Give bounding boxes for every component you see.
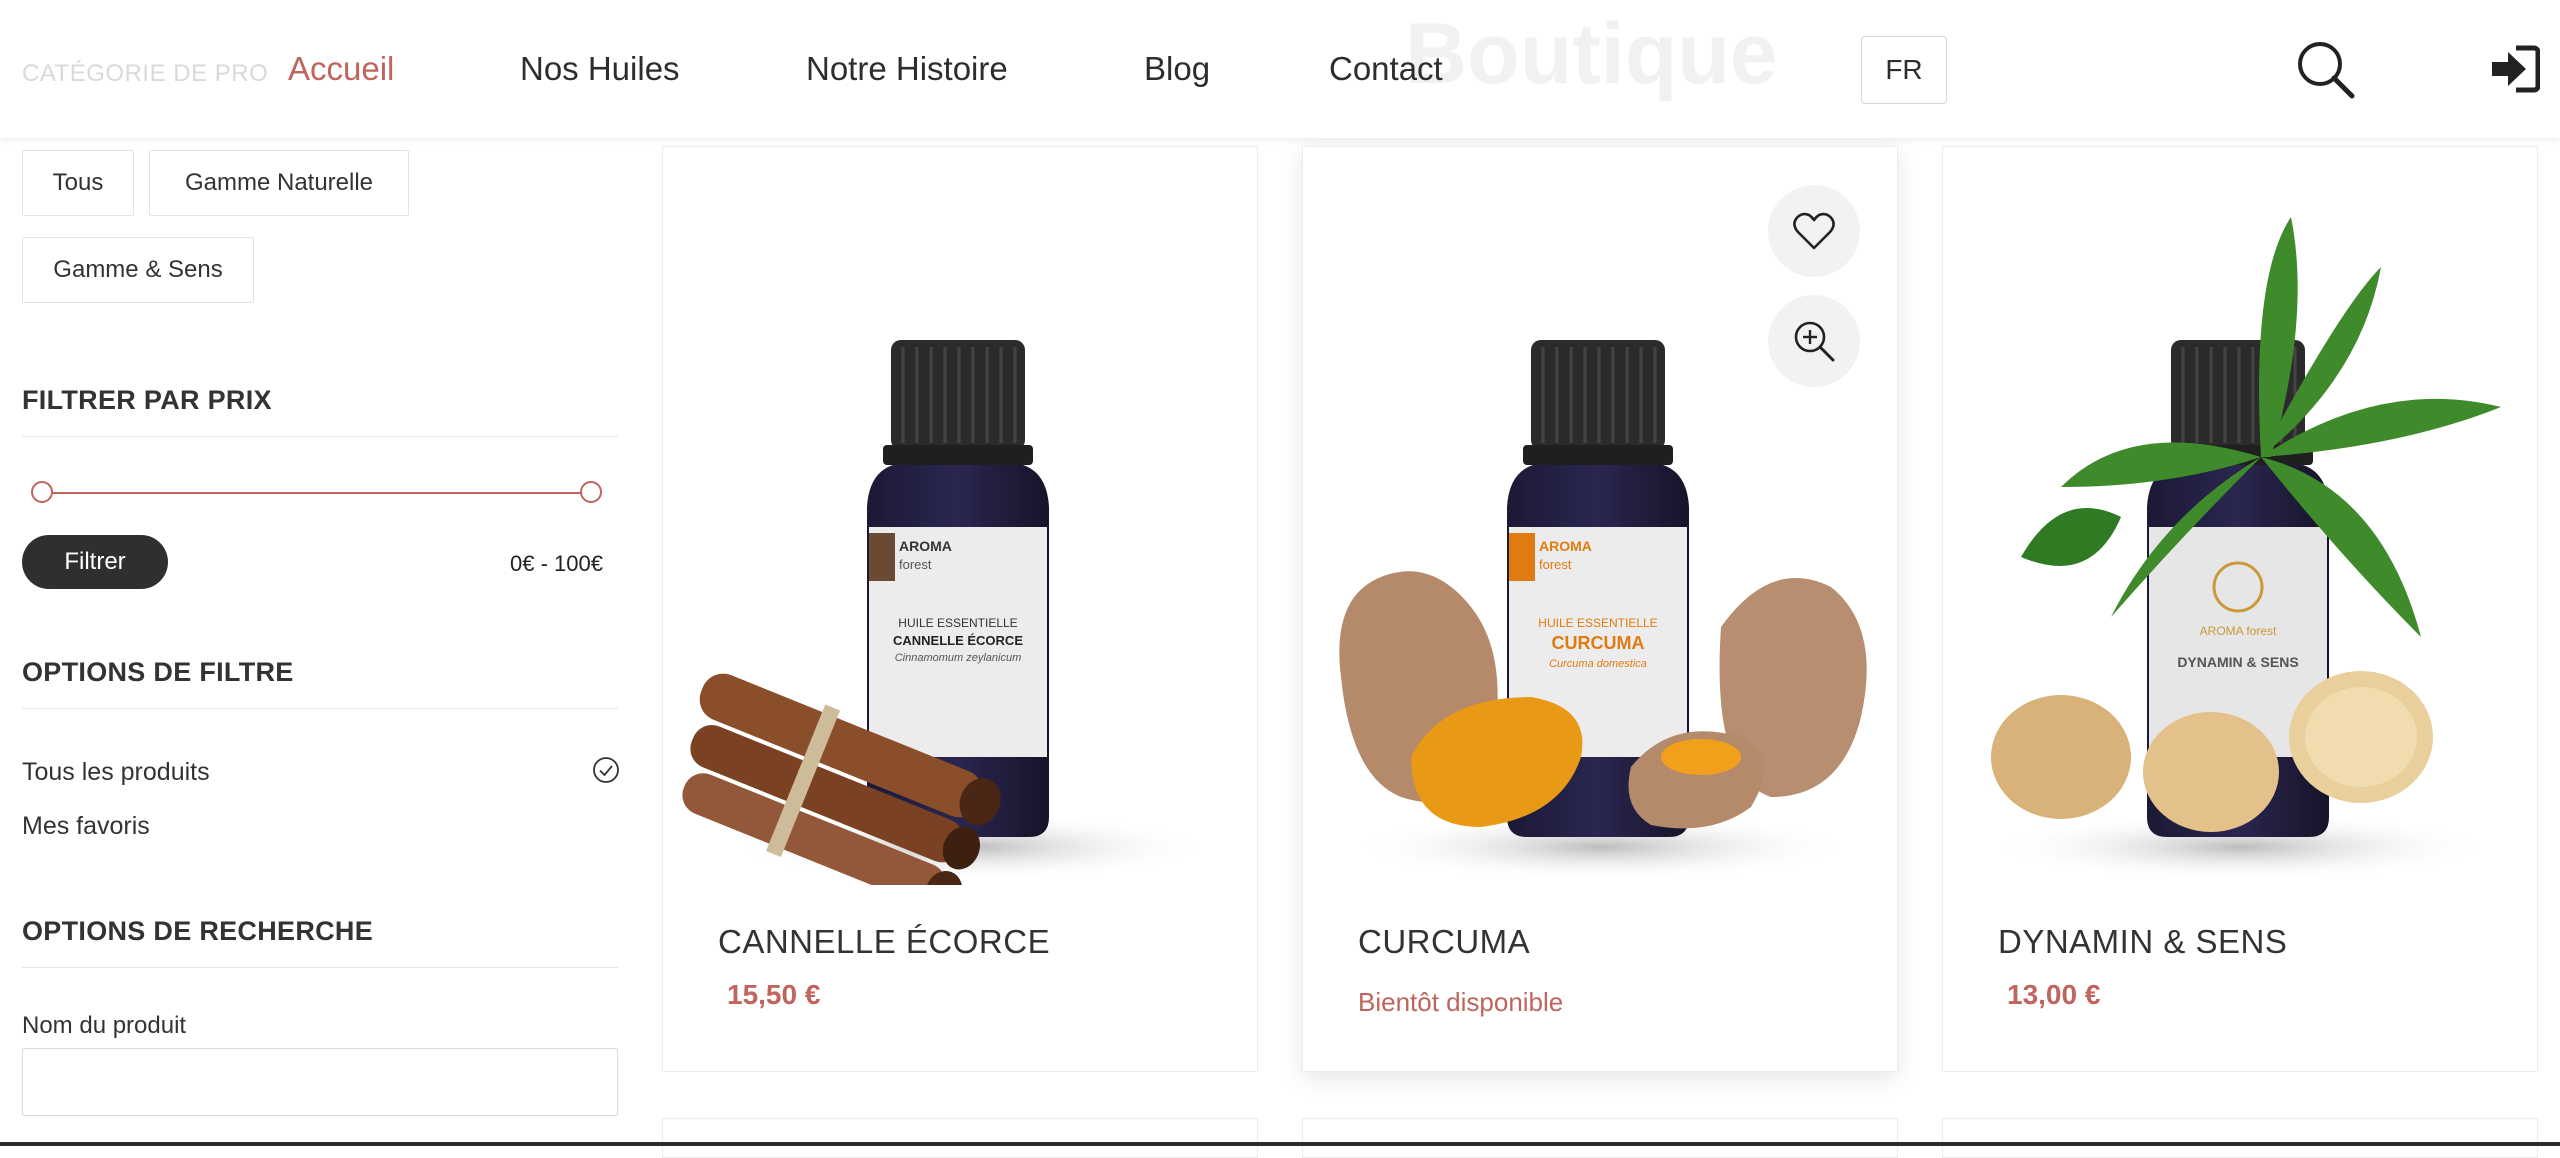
favorite-button[interactable] xyxy=(1768,185,1860,277)
search-icon[interactable] xyxy=(2296,40,2356,100)
product-card[interactable]: AROMA forest HUILE ESSENTIELLE CANNELLE … xyxy=(662,146,1258,1072)
heart-icon xyxy=(1793,212,1835,250)
product-name[interactable]: DYNAMIN & SENS xyxy=(1998,923,2287,961)
product-image[interactable]: AROMA forest DYNAMIN & SENS xyxy=(1961,157,2521,885)
filter-options-heading: OPTIONS DE FILTRE xyxy=(22,657,294,687)
svg-text:DYNAMIN & SENS: DYNAMIN & SENS xyxy=(2177,654,2298,670)
price-range-label: 0€ - 100€ xyxy=(510,551,603,576)
price-filter-heading: FILTRER PAR PRIX xyxy=(22,385,272,415)
product-card-next-row[interactable] xyxy=(1942,1118,2538,1158)
svg-text:HUILE ESSENTIELLE: HUILE ESSENTIELLE xyxy=(1538,616,1657,630)
svg-text:AROMA: AROMA xyxy=(1539,538,1592,554)
product-name[interactable]: CURCUMA xyxy=(1358,923,1530,961)
divider xyxy=(22,967,618,968)
option-all-products[interactable]: Tous les produits xyxy=(22,758,210,787)
svg-text:Curcuma domestica: Curcuma domestica xyxy=(1549,658,1647,670)
svg-text:CURCUMA: CURCUMA xyxy=(1552,633,1645,653)
search-options-heading: OPTIONS DE RECHERCHE xyxy=(22,916,374,946)
nav-accueil[interactable]: Accueil xyxy=(288,50,394,88)
product-name-input[interactable] xyxy=(22,1048,618,1116)
filter-button[interactable]: Filtrer xyxy=(22,535,168,589)
category-tous-button[interactable]: Tous xyxy=(22,150,134,216)
option-my-favorites[interactable]: Mes favoris xyxy=(22,812,150,841)
svg-text:CANNELLE ÉCORCE: CANNELLE ÉCORCE xyxy=(893,633,1023,648)
nav-nos-huiles[interactable]: Nos Huiles xyxy=(520,50,680,88)
bottom-edge xyxy=(0,1142,2560,1146)
svg-text:forest: forest xyxy=(899,557,932,572)
product-card-next-row[interactable] xyxy=(1302,1118,1898,1158)
product-card[interactable]: AROMA forest HUILE ESSENTIELLE CURCUMA C… xyxy=(1302,146,1898,1072)
zoom-in-icon xyxy=(1794,321,1835,362)
product-name-label: Nom du produit xyxy=(22,1012,187,1039)
quick-view-button[interactable] xyxy=(1768,295,1860,387)
category-gamme-naturelle-button[interactable]: Gamme Naturelle xyxy=(149,150,409,216)
nav-notre-histoire[interactable]: Notre Histoire xyxy=(806,50,1008,88)
svg-text:forest: forest xyxy=(1539,557,1572,572)
svg-text:HUILE ESSENTIELLE: HUILE ESSENTIELLE xyxy=(898,616,1017,630)
check-circle-icon xyxy=(592,756,620,784)
page-title-watermark: Boutique xyxy=(1405,6,1778,102)
nav-contact[interactable]: Contact xyxy=(1329,50,1443,88)
login-icon[interactable] xyxy=(2490,44,2541,94)
availability-status: Bientôt disponible xyxy=(1358,987,1564,1017)
price-slider-max-handle[interactable] xyxy=(580,481,602,503)
product-image[interactable]: AROMA forest HUILE ESSENTIELLE CANNELLE … xyxy=(681,157,1241,885)
svg-text:AROMA forest: AROMA forest xyxy=(2200,624,2277,638)
category-heading-partial: CATÉGORIE DE PRO xyxy=(22,60,269,87)
svg-text:Cinnamomum zeylanicum: Cinnamomum zeylanicum xyxy=(895,652,1022,664)
brand-text: AROMA xyxy=(899,538,952,554)
product-price: 15,50 € xyxy=(727,979,821,1010)
product-card-next-row[interactable] xyxy=(662,1118,1258,1158)
product-name[interactable]: CANNELLE ÉCORCE xyxy=(718,923,1050,961)
category-gamme-sens-button[interactable]: Gamme & Sens xyxy=(22,237,254,303)
price-slider-track[interactable] xyxy=(42,492,592,494)
divider xyxy=(22,436,618,437)
product-card[interactable]: AROMA forest DYNAMIN & SENS DYNAMIN & SE… xyxy=(1942,146,2538,1072)
divider xyxy=(22,708,618,709)
language-selector[interactable]: FR xyxy=(1861,36,1947,104)
price-slider-min-handle[interactable] xyxy=(31,481,53,503)
nav-blog[interactable]: Blog xyxy=(1144,50,1210,88)
product-price: 13,00 € xyxy=(2007,979,2101,1010)
